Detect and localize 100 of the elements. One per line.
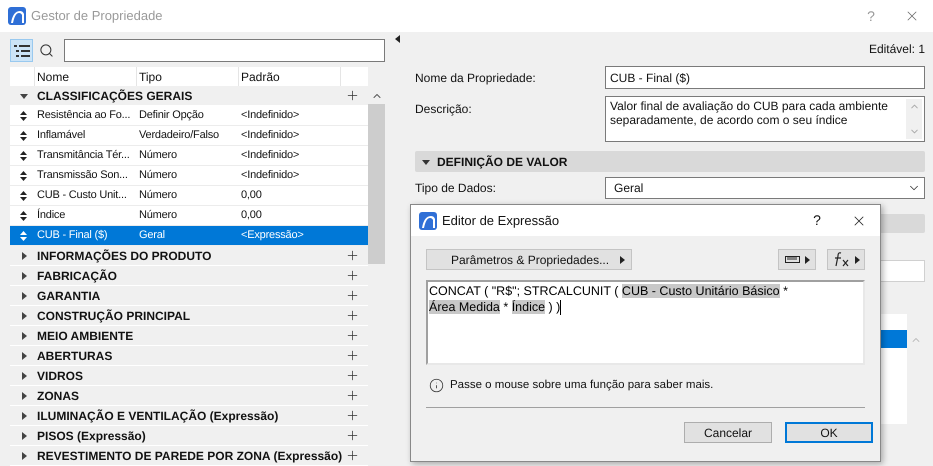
property-type: Verdadeiro/Falso (138, 128, 220, 144)
app-logo-icon (419, 212, 437, 230)
help-button[interactable]: ? (808, 210, 826, 231)
property-row[interactable]: Transmitância Tér... Número <Indefinido> (10, 146, 368, 166)
reorder-icon[interactable] (20, 110, 26, 120)
group-row[interactable]: FABRICAÇÃO (10, 266, 368, 286)
property-name: Transmissão Son... (36, 168, 129, 184)
expand-caret-icon[interactable] (20, 352, 28, 360)
property-type: Número (138, 148, 178, 164)
property-default: <Indefinido> (240, 128, 300, 144)
expand-caret-icon[interactable] (20, 292, 28, 300)
section-title: DEFINIÇÃO DE VALOR (437, 154, 568, 170)
tree-list-icon (14, 44, 30, 56)
add-icon[interactable] (345, 248, 360, 263)
group-label: CLASSIFICAÇÕES GERAIS (37, 88, 192, 104)
expand-caret-icon[interactable] (20, 312, 28, 320)
add-icon[interactable] (345, 288, 360, 303)
reorder-icon[interactable] (20, 170, 26, 180)
expand-caret-icon[interactable] (20, 452, 28, 460)
expand-caret-icon[interactable] (20, 372, 28, 380)
reorder-icon[interactable] (20, 210, 26, 220)
tree-view-button[interactable] (10, 39, 33, 62)
add-icon[interactable] (345, 268, 360, 283)
search-field[interactable] (64, 39, 385, 62)
add-icon[interactable] (345, 408, 360, 423)
group-row[interactable]: ILUMINAÇÃO E VENTILAÇÃO (Expressão) (10, 406, 368, 426)
reorder-icon[interactable] (20, 190, 26, 200)
value-field[interactable] (880, 260, 925, 282)
property-default: <Indefinido> (240, 168, 300, 184)
group-row[interactable]: CONSTRUÇÃO PRINCIPAL (10, 306, 368, 326)
property-default: <Indefinido> (240, 148, 300, 164)
collapse-caret-icon[interactable] (422, 158, 430, 166)
property-row[interactable]: Resistência ao Fo... Definir Opção <Indefinido> (10, 106, 368, 126)
expand-caret-icon[interactable] (20, 392, 28, 400)
search-icon[interactable] (39, 43, 54, 58)
dialog-button[interactable]: Cancelar (684, 422, 772, 444)
group-label: GARANTIA (37, 288, 100, 304)
property-type: Número (138, 188, 178, 204)
group-label: CONSTRUÇÃO PRINCIPAL (37, 308, 190, 324)
property-name: Inflamável (36, 128, 86, 144)
reorder-icon[interactable] (20, 150, 26, 160)
property-default: <Indefinido> (240, 108, 300, 124)
window-title: Gestor de Propriedade (31, 7, 163, 26)
group-label: MEIO AMBIENTE (37, 328, 134, 344)
collapse-caret-icon[interactable] (20, 92, 28, 100)
add-icon[interactable] (345, 388, 360, 403)
add-icon[interactable] (345, 368, 360, 383)
reorder-icon[interactable] (20, 130, 26, 140)
property-row[interactable]: Transmissão Son... Número <Indefinido> (10, 166, 368, 186)
units-button[interactable] (778, 249, 816, 270)
ruler-icon (784, 256, 800, 263)
property-name: Resistência ao Fo... (36, 108, 132, 124)
expand-caret-icon[interactable] (20, 272, 28, 280)
parameters-button[interactable]: Parâmetros & Propriedades... (426, 249, 632, 270)
app-logo-icon (8, 7, 26, 25)
group-label: REVESTIMENTO DE PAREDE POR ZONA (Expressão) (37, 448, 342, 464)
group-row[interactable]: INFORMAÇÕES DO PRODUTO (10, 246, 368, 266)
info-icon (429, 378, 444, 394)
property-default: 0,00 (240, 188, 262, 204)
add-icon[interactable] (345, 428, 360, 443)
function-icon (832, 252, 850, 267)
property-name-field[interactable]: CUB - Final ($) (605, 66, 925, 89)
expression-field[interactable]: CONCAT ( "R$"; STRCALCUNIT ( CUB - Custo Unitário Básico * Área Medida * Índice ) ) (426, 280, 865, 365)
collapse-panel-icon[interactable] (395, 35, 400, 43)
submenu-arrow-icon (620, 256, 625, 264)
description-field[interactable]: Valor final de avaliação do CUB para cada ambiente separadamente, de acordo com o seu índice (605, 96, 925, 142)
functions-button[interactable] (827, 249, 865, 270)
field-label: Descrição: (415, 101, 473, 118)
add-icon[interactable] (345, 348, 360, 363)
add-icon[interactable] (345, 328, 360, 343)
property-row[interactable]: Índice Número 0,00 (10, 206, 368, 226)
hint-text: Passe o mouse sobre uma função para saber mais. (450, 378, 714, 393)
add-icon[interactable] (345, 448, 360, 463)
expand-caret-icon[interactable] (20, 332, 28, 340)
group-label: ABERTURAS (37, 348, 112, 364)
add-icon[interactable] (345, 88, 360, 103)
submenu-arrow-icon (804, 256, 810, 264)
property-name: CUB - Final ($) (36, 228, 108, 244)
property-type: Número (138, 208, 178, 224)
submenu-arrow-icon (854, 256, 860, 264)
add-icon[interactable] (345, 308, 360, 323)
group-label: VIDROS (37, 368, 84, 384)
group-row[interactable]: CLASSIFICAÇÕES GERAIS (10, 86, 368, 106)
group-label: ZONAS (37, 388, 79, 404)
property-row[interactable]: CUB - Custo Unit... Número 0,00 (10, 186, 368, 206)
expand-caret-icon[interactable] (20, 432, 28, 440)
property-default: 0,00 (240, 208, 262, 224)
dialog-button[interactable]: OK (785, 422, 873, 444)
expand-caret-icon[interactable] (20, 412, 28, 420)
property-row[interactable]: CUB - Final ($) Geral <Expressão> (10, 226, 368, 246)
expand-caret-icon[interactable] (20, 252, 28, 260)
property-type: Definir Opção (138, 108, 205, 124)
property-type: Geral (138, 228, 166, 244)
group-label: FABRICAÇÃO (37, 268, 117, 284)
section-header[interactable]: DEFINIÇÃO DE VALOR (415, 151, 925, 172)
property-name: Índice (36, 208, 66, 224)
property-row[interactable]: Inflamável Verdadeiro/Falso <Indefinido> (10, 126, 368, 146)
dialog-title: Editor de Expressão (442, 212, 560, 230)
field-label: Nome da Propriedade: (415, 70, 537, 86)
data-type-dropdown[interactable]: Geral (605, 177, 925, 199)
